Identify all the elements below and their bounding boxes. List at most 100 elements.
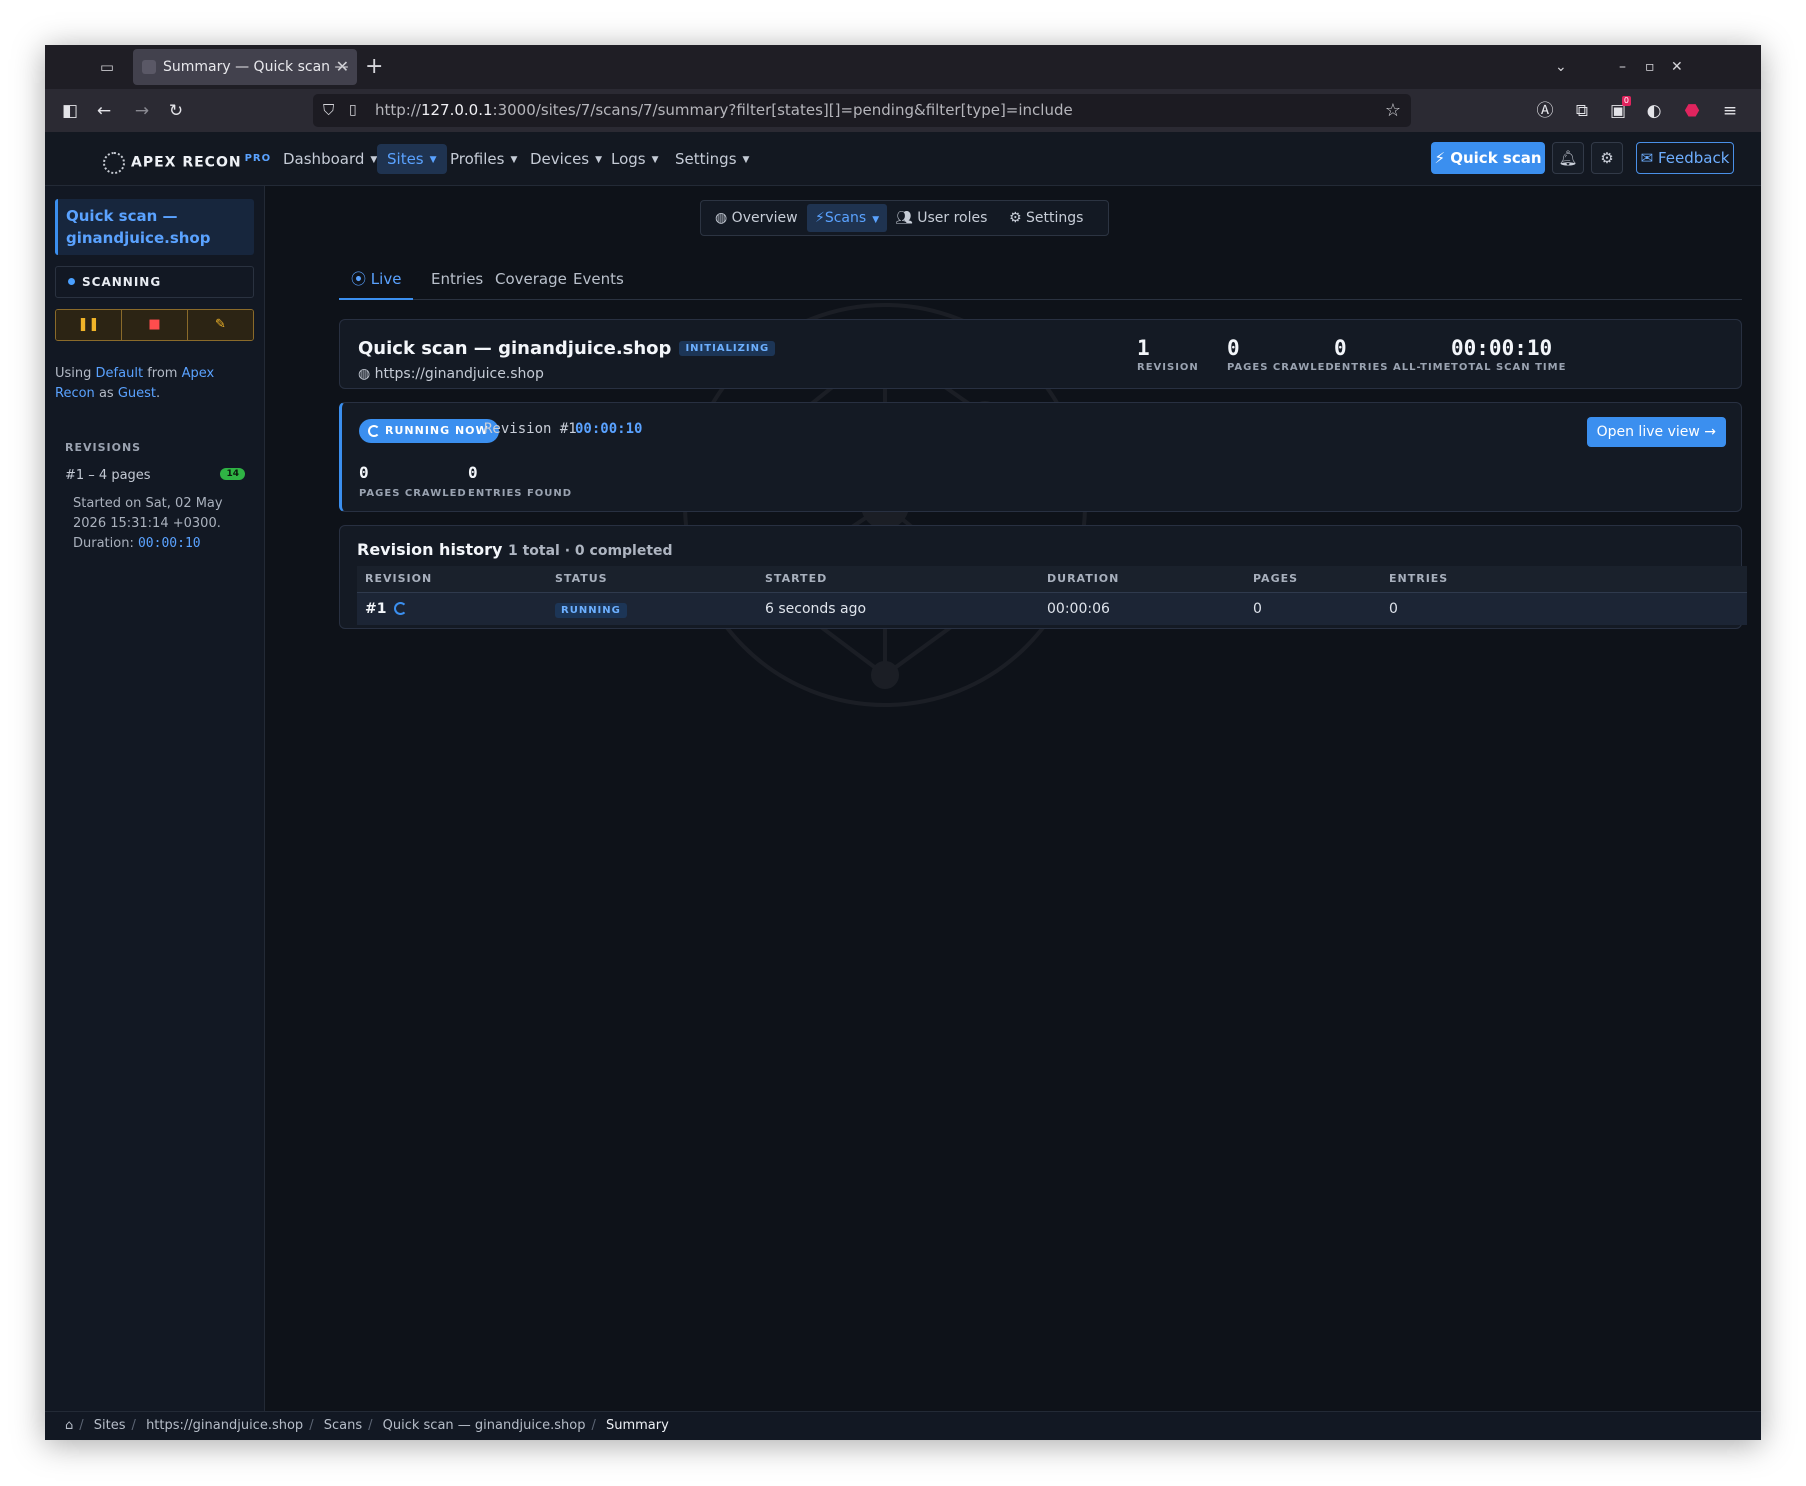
reload-icon[interactable]: ↻ (163, 98, 189, 124)
stat-label: ENTRIES FOUND (468, 488, 573, 499)
user-role-link[interactable]: Guest (118, 386, 156, 401)
using-as: as (98, 386, 114, 401)
revisions-heading: REVISIONS (65, 441, 142, 454)
menu-settings[interactable]: Settings ▼ (665, 144, 759, 174)
table-row[interactable]: #1 RUNNING 6 seconds ago 00:00:06 0 0 (357, 591, 1747, 625)
url-rest: :3000/sites/7/scans/7/summary?filter[sta… (492, 101, 1073, 119)
menu-icon[interactable]: ≡ (1717, 98, 1743, 124)
close-tab-icon[interactable]: ✕ (336, 49, 349, 85)
tab-label: Events (573, 270, 624, 288)
stop-button[interactable]: ■ (121, 310, 188, 340)
column-header[interactable]: PAGES (1245, 566, 1381, 592)
tab-label: Coverage (495, 270, 567, 288)
browser-tab[interactable]: Summary — Quick scan — ✕ (133, 49, 357, 85)
open-live-view-button[interactable]: Open live view → (1586, 417, 1726, 447)
stat-label: REVISION (1137, 362, 1199, 373)
revision-number[interactable]: #1 (365, 601, 386, 617)
revision-history-heading: Revision history (357, 540, 503, 559)
column-header[interactable]: REVISION (357, 566, 547, 592)
stat-label: PAGES CRAWLED (1227, 362, 1335, 373)
site-url: ◍ https://ginandjuice.shop (358, 366, 544, 382)
theme-gear-icon[interactable]: ⚙ (1591, 142, 1623, 174)
cell-started: 6 seconds ago (757, 591, 1039, 625)
open-live-label: Open live view (1596, 424, 1700, 440)
stat-value: 1 (1137, 336, 1150, 360)
notifications-extension-icon[interactable]: ▣ 0 (1605, 96, 1631, 124)
scan-title-link[interactable]: Quick scan — ginandjuice.shop (55, 199, 254, 255)
maximize-icon[interactable]: ▫ (1645, 55, 1655, 79)
subnav-user-roles[interactable]: 👥︎ User roles (887, 204, 995, 232)
tab-overflow-icon[interactable]: ⌄ (1555, 55, 1567, 79)
using-from: from (147, 366, 178, 381)
extensions-icon[interactable]: ⧉ (1569, 98, 1595, 124)
close-window-icon[interactable]: ✕ (1671, 55, 1683, 79)
page-info-icon[interactable]: ▯ (349, 94, 357, 127)
back-icon[interactable]: ← (91, 98, 117, 124)
status-dot-icon (68, 278, 75, 285)
cell-entries: 0 (1381, 591, 1747, 625)
url-host: 127.0.0.1 (420, 101, 493, 119)
cell-duration: 00:00:06 (1039, 591, 1245, 625)
globe-icon: ◍ (358, 366, 371, 382)
feedback-button[interactable]: ✉ Feedback (1636, 142, 1734, 174)
subnav-overview[interactable]: ◍ Overview (707, 204, 806, 232)
shield-icon[interactable]: ⛉ (323, 94, 334, 127)
menu-profiles[interactable]: Profiles ▼ (440, 144, 527, 174)
bell-icon[interactable]: 🔔︎ (1552, 142, 1584, 174)
table-header-row: REVISION STATUS STARTED DURATION PAGES E… (357, 566, 1747, 592)
menu-devices[interactable]: Devices ▼ (520, 144, 612, 174)
edit-button[interactable]: ✎ (188, 310, 253, 340)
cell-revision[interactable]: #1 (357, 591, 547, 625)
stat-value: 00:00:10 (1451, 336, 1553, 360)
stat-label: TOTAL SCAN TIME (1451, 362, 1567, 373)
scan-config-info: Using Default from Apex Recon as Guest. (55, 366, 215, 401)
forward-icon[interactable]: → (129, 98, 155, 124)
account-icon[interactable]: Ⓐ (1532, 98, 1558, 124)
new-tab-icon[interactable]: + (365, 53, 383, 81)
minimize-icon[interactable]: – (1619, 55, 1626, 79)
pause-icon: ❚❚ (77, 317, 100, 332)
tab-events[interactable]: Events (561, 267, 636, 300)
using-prefix: Using (55, 366, 92, 381)
bolt-icon: ⚡ (1434, 149, 1445, 167)
gear-icon: ⚙ (1009, 210, 1022, 226)
revision-history-title: Revision history 1 total · 0 completed (357, 540, 673, 559)
revision-item[interactable]: #1 – 4 pages 14 (65, 468, 245, 483)
ublock-icon[interactable]: ⬣ (1679, 98, 1705, 124)
tab-list-icon[interactable]: ▭ (95, 55, 119, 79)
stat-revision: 1 REVISION (1137, 336, 1199, 373)
tab-live[interactable]: ⦿ Live (339, 267, 414, 300)
menu-sites[interactable]: Sites ▼ (377, 144, 447, 174)
pause-button[interactable]: ❚❚ (56, 310, 121, 340)
bookmark-star-icon[interactable]: ☆ (1385, 94, 1401, 127)
duration-label: Duration: (73, 536, 134, 551)
sidebar-toggle-icon[interactable]: ◧ (57, 98, 83, 124)
caret-down-icon: ▼ (872, 215, 880, 225)
breadcrumb-scans[interactable]: Scans (324, 1418, 362, 1433)
stat-value: 0 (1334, 336, 1347, 360)
subnav-settings[interactable]: ⚙ Settings (1001, 204, 1091, 232)
menu-logs[interactable]: Logs ▼ (601, 144, 669, 174)
profile-link[interactable]: Default (96, 366, 144, 381)
breadcrumb-sites[interactable]: Sites (94, 1418, 126, 1433)
column-header[interactable]: STATUS (547, 566, 757, 592)
revision-history-table: REVISION STATUS STARTED DURATION PAGES E… (357, 566, 1747, 625)
breadcrumb-scan[interactable]: Quick scan — ginandjuice.shop (383, 1418, 586, 1433)
brand-logo[interactable]: APEX RECON PRO (103, 146, 271, 174)
menu-dashboard[interactable]: Dashboard ▼ (273, 144, 387, 174)
stat-entries-all-time: 0 ENTRIES ALL-TIME (1334, 336, 1451, 373)
home-icon[interactable]: ⌂ (65, 1418, 73, 1433)
caret-down-icon: ▼ (429, 155, 437, 165)
quick-scan-button[interactable]: ⚡ Quick scan (1431, 142, 1545, 174)
column-header[interactable]: ENTRIES (1381, 566, 1747, 592)
url-bar[interactable]: ⛉ ▯ http://127.0.0.1:3000/sites/7/scans/… (313, 94, 1411, 127)
column-header[interactable]: STARTED (757, 566, 1039, 592)
running-revision-card: RUNNING NOW Revision #1 00:00:10 Open li… (339, 402, 1742, 512)
column-header[interactable]: DURATION (1039, 566, 1245, 592)
subnav-scans[interactable]: ⚡Scans ▼ (807, 204, 888, 232)
bolt-icon: ⚡ (815, 210, 825, 226)
tab-title: Summary — Quick scan — (163, 59, 349, 75)
sync-icon[interactable]: ◐ (1641, 98, 1667, 124)
revision-started: Started on Sat, 02 May 2026 15:31:14 +03… (73, 496, 223, 531)
breadcrumb-site[interactable]: https://ginandjuice.shop (146, 1418, 303, 1433)
